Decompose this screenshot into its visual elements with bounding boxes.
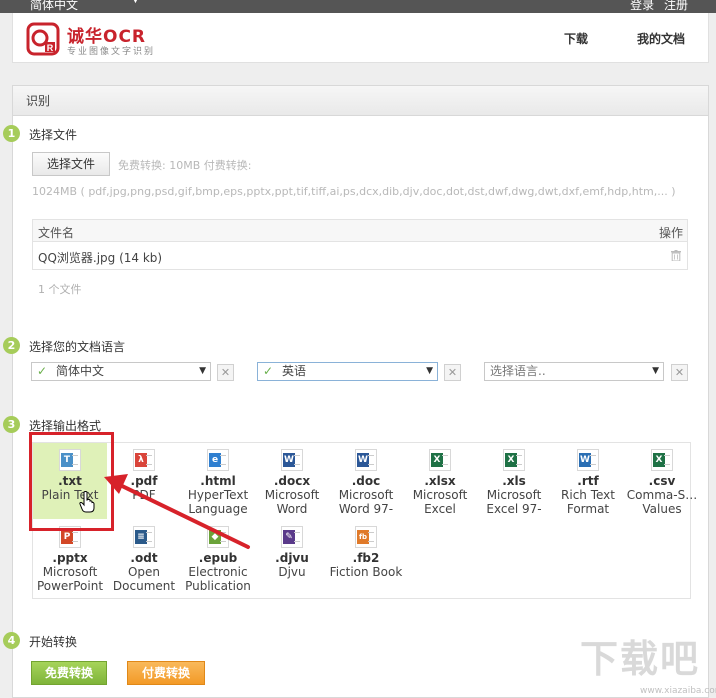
- step-4-title: 开始转换: [29, 635, 78, 649]
- chevron-down-icon[interactable]: ▼: [132, 0, 139, 5]
- format-epub[interactable]: ◆ .epub Electronic Publication: [181, 520, 255, 596]
- doc-icon: W: [355, 449, 377, 471]
- col-filename: 文件名: [38, 226, 75, 240]
- format-doc[interactable]: W .doc Microsoft Word 97-: [329, 443, 403, 519]
- format-csv[interactable]: X .csv Comma-S… Values: [625, 443, 699, 519]
- step-1-title: 选择文件: [29, 128, 78, 142]
- panel-title: 识别: [13, 86, 708, 116]
- format-fb2[interactable]: fb .fb2 Fiction Book: [329, 520, 403, 596]
- format-rtf[interactable]: W .rtf Rich Text Format: [551, 443, 625, 519]
- size-limits: 免费转换: 10MB 付费转换:: [118, 159, 252, 172]
- login-link[interactable]: 登录: [630, 0, 654, 12]
- format-djvu[interactable]: ✎ .djvu Djvu: [255, 520, 329, 596]
- file-table-header: 文件名 操作: [33, 220, 687, 242]
- choose-file-button[interactable]: 选择文件: [32, 152, 110, 176]
- file-table: 文件名 操作 QQ浏览器.jpg (14 kb): [32, 219, 688, 270]
- step-2-badge: 2: [3, 337, 20, 354]
- format-xls[interactable]: X .xls Microsoft Excel 97-: [477, 443, 551, 519]
- remove-language-button[interactable]: ✕: [444, 364, 461, 381]
- trash-icon[interactable]: [671, 250, 681, 261]
- check-icon: ✓: [37, 364, 48, 378]
- highlight-box: [29, 432, 114, 531]
- csv-icon: X: [651, 449, 673, 471]
- top-bar: 简体中文 ▼ 登录 注册: [0, 0, 716, 13]
- table-row: QQ浏览器.jpg (14 kb): [33, 242, 687, 269]
- step-1-badge: 1: [3, 125, 20, 142]
- language-select-1[interactable]: ✓ 简体中文 ▼: [31, 362, 211, 381]
- step-2-title: 选择您的文档语言: [29, 340, 126, 354]
- rtf-icon: W: [577, 449, 599, 471]
- nav-download[interactable]: 下载: [564, 30, 588, 47]
- language-selector[interactable]: 简体中文: [30, 0, 78, 13]
- svg-text:R: R: [47, 43, 54, 53]
- format-odt[interactable]: ≡ .odt Open Document: [107, 520, 181, 596]
- file-count: 1 个文件: [38, 283, 82, 296]
- language-placeholder: 选择语言..: [490, 364, 546, 378]
- chevron-down-icon: ▼: [652, 366, 659, 376]
- language-value: 英语: [282, 364, 307, 378]
- format-pdf[interactable]: λ .pdf PDF: [107, 443, 181, 519]
- file-name: QQ浏览器.jpg (14 kb): [38, 251, 163, 265]
- remove-language-button[interactable]: ✕: [671, 364, 688, 381]
- supported-formats: 1024MB ( pdf,jpg,png,psd,gif,bmp,eps,ppt…: [32, 185, 676, 198]
- remove-language-button[interactable]: ✕: [217, 364, 234, 381]
- step-4-badge: 4: [3, 632, 20, 649]
- xls-icon: X: [503, 449, 525, 471]
- xlsx-icon: X: [429, 449, 451, 471]
- format-xlsx[interactable]: X .xlsx Microsoft Excel: [403, 443, 477, 519]
- pdf-icon: λ: [133, 449, 155, 471]
- recognition-panel: 识别 1 选择文件 选择文件 免费转换: 10MB 付费转换: 1024MB (…: [3, 85, 709, 698]
- format-pptx[interactable]: P .pptx Microsoft PowerPoint: [33, 520, 107, 596]
- step-3-badge: 3: [3, 416, 20, 433]
- check-icon: ✓: [263, 364, 274, 378]
- epub-icon: ◆: [207, 526, 229, 548]
- format-html[interactable]: e .html HyperText Language: [181, 443, 255, 519]
- site-header: R 诚华OCR 专业图像文字识别 下载 我的文档: [12, 13, 709, 63]
- chevron-down-icon: ▼: [426, 366, 433, 376]
- register-link[interactable]: 注册: [664, 0, 688, 12]
- odt-icon: ≡: [133, 526, 155, 548]
- auth-links: 登录 注册: [624, 0, 688, 13]
- free-convert-button[interactable]: 免费转换: [31, 661, 107, 685]
- col-action: 操作: [658, 226, 683, 240]
- watermark-logo: 下载吧: [580, 637, 701, 681]
- paid-convert-button[interactable]: 付费转换: [127, 661, 205, 685]
- logo-subtitle: 专业图像文字识别: [67, 47, 156, 57]
- html-icon: e: [207, 449, 229, 471]
- language-select-2[interactable]: ✓ 英语 ▼: [257, 362, 438, 381]
- format-docx[interactable]: W .docx Microsoft Word: [255, 443, 329, 519]
- docx-icon: W: [281, 449, 303, 471]
- watermark-url: www.xiazaiba.com: [640, 686, 716, 696]
- djvu-icon: ✎: [281, 526, 303, 548]
- nav-my-documents[interactable]: 我的文档: [637, 30, 685, 47]
- chevron-down-icon: ▼: [199, 366, 206, 376]
- logo-icon[interactable]: R: [26, 22, 60, 56]
- hand-cursor-icon: [79, 491, 95, 513]
- language-value: 简体中文: [56, 364, 105, 378]
- fb2-icon: fb: [355, 526, 377, 548]
- output-format-grid: T .txt Plain Text λ .pdf PDF e .html Hyp…: [32, 442, 697, 599]
- language-select-3[interactable]: 选择语言.. ▼: [484, 362, 664, 381]
